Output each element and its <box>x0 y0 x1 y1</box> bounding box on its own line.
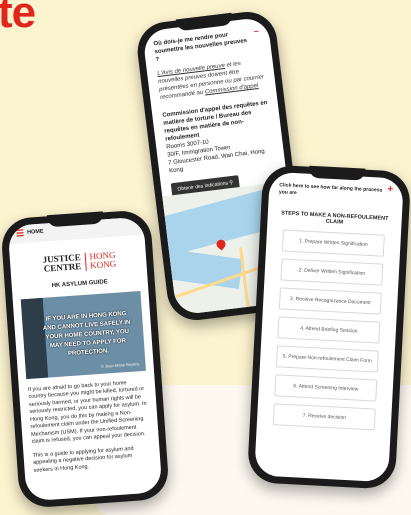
step-item[interactable]: 5. Prepare Non-refoulement Claim Form <box>275 345 379 373</box>
steps-title: STEPS TO MAKE A NON-REFOULEMENT CLAIM <box>281 210 389 226</box>
map-road <box>239 247 251 316</box>
pin-icon: ⚲ <box>229 179 234 187</box>
phone-steps: Click here to see how far along the proc… <box>246 164 411 490</box>
faq-answer: L'Avis de nouvelle preuve et les nouvell… <box>157 57 266 102</box>
hero-text: IF YOU ARE IN HONG KONG AND CANNOT LIVE … <box>42 310 131 357</box>
step-item[interactable]: 1. Prepare Written Signification <box>281 229 385 257</box>
guide-paragraph: This is a guide to applying for asylum a… <box>32 445 134 474</box>
headline-text: te <box>0 0 36 37</box>
faq-question-text: Où dois-je me rendre pour soumettre les … <box>153 32 248 64</box>
menu-icon[interactable]: ☰ <box>16 228 25 239</box>
phone-home: ☰ HOME JUSTICE CENTRE HONG KONG HK ASYLU… <box>0 209 170 509</box>
progress-header[interactable]: Click here to see how far along the proc… <box>279 182 394 202</box>
step-item[interactable]: 4. Attend Briefing Session <box>277 316 381 344</box>
logo-left-text: JUSTICE CENTRE <box>32 252 87 275</box>
step-item[interactable]: 3. Receive Recognizance Document <box>278 287 382 315</box>
collapse-icon[interactable]: – <box>253 26 259 37</box>
step-item[interactable]: 7. Receive decision <box>272 403 376 431</box>
intro-paragraph: If you are afraid to go back to your hom… <box>27 379 147 445</box>
justice-centre-logo: JUSTICE CENTRE HONG KONG <box>32 246 124 278</box>
phone-screen: Click here to see how far along the proc… <box>254 171 404 483</box>
photo-credit: © Jean-Marie Beyens <box>100 361 140 369</box>
step-item[interactable]: 2. Deliver Written Signification <box>280 258 384 286</box>
intro-body: If you are afraid to go back to your hom… <box>18 370 160 476</box>
logo-right-text: HONG KONG <box>89 249 117 271</box>
map-water <box>162 246 243 290</box>
progress-header-text: Click here to see how far along the proc… <box>278 182 383 197</box>
hero-image: IF YOU ARE IN HONG KONG AND CANNOT LIVE … <box>20 290 146 379</box>
phone-screen: ☰ HOME JUSTICE CENTRE HONG KONG HK ASYLU… <box>7 216 163 502</box>
step-item[interactable]: 6. Attend Screening Interview <box>274 374 378 402</box>
nav-home-link[interactable]: HOME <box>27 229 44 238</box>
expand-icon[interactable]: + <box>387 184 393 195</box>
address-block: Commission d'appel des requêtes en matiè… <box>162 99 275 175</box>
